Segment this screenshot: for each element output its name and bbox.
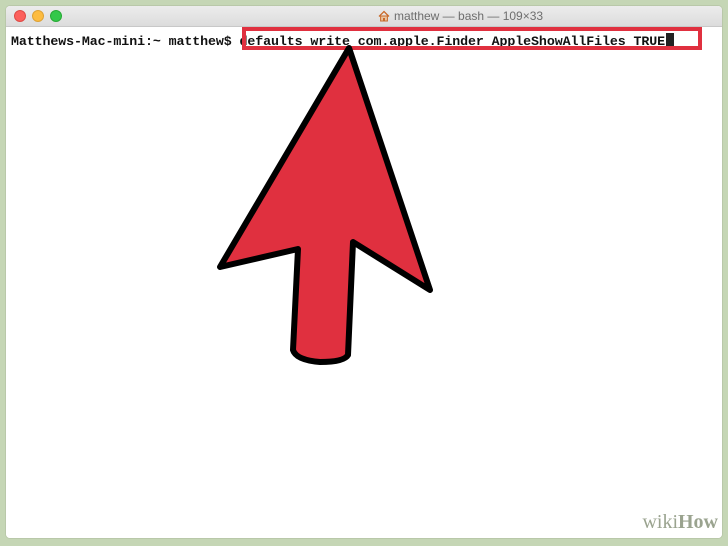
wikihow-watermark: wikiHow: [642, 511, 718, 534]
arrow-icon: [217, 45, 433, 365]
watermark-prefix: wiki: [642, 511, 678, 533]
watermark-suffix: How: [678, 511, 718, 533]
